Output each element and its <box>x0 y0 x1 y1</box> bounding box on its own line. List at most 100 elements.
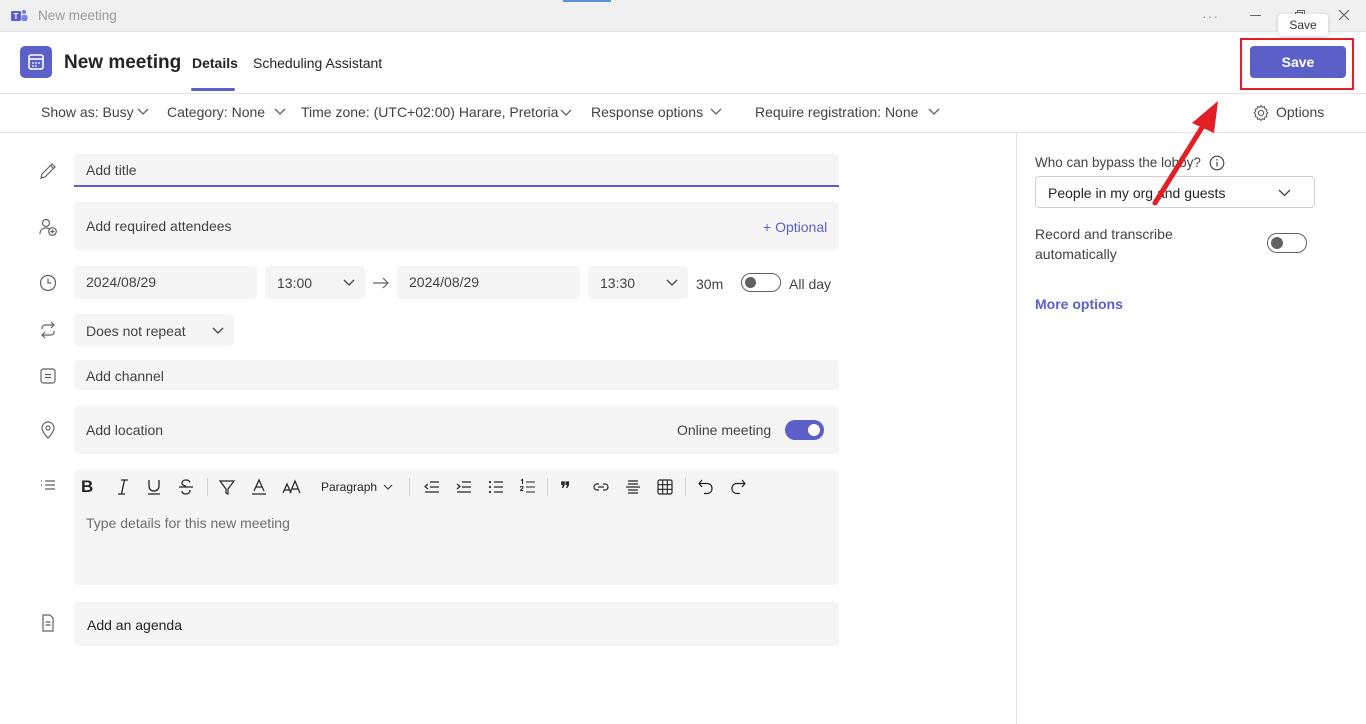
highlight-icon[interactable] <box>218 478 236 496</box>
redo-icon[interactable] <box>729 478 747 496</box>
decrease-indent-icon[interactable] <box>423 478 441 496</box>
chevron-down-icon <box>212 327 224 335</box>
chevron-down-icon <box>274 108 286 116</box>
toolbar-divider <box>685 478 686 496</box>
calendar-icon <box>20 46 52 78</box>
chevron-down-icon <box>343 279 355 287</box>
window-title: New meeting <box>38 8 117 23</box>
channel-input[interactable]: Add channel <box>74 360 839 390</box>
strikethrough-icon[interactable] <box>177 478 195 496</box>
record-transcribe-toggle[interactable] <box>1267 233 1307 253</box>
increase-indent-icon[interactable] <box>455 478 473 496</box>
title-bar-accent <box>563 0 611 2</box>
more-options-link[interactable]: More options <box>1035 296 1123 312</box>
record-transcribe-label-line1: Record and transcribe <box>1035 226 1173 242</box>
location-input[interactable]: Add location Online meeting <box>74 406 839 454</box>
toolbar-divider <box>409 478 410 496</box>
chevron-down-icon <box>137 108 149 116</box>
more-icon[interactable]: ··· <box>1202 8 1219 24</box>
clock-icon <box>38 273 58 293</box>
save-tooltip: Save <box>1278 14 1328 36</box>
agenda-placeholder: Add an agenda <box>87 617 182 633</box>
annotation-arrow <box>1152 101 1218 206</box>
optional-attendees-link[interactable]: + Optional <box>763 219 827 235</box>
horizontal-line-icon[interactable] <box>624 478 642 496</box>
record-transcribe-label-line2: automatically <box>1035 246 1117 262</box>
arrow-right-icon <box>372 277 390 289</box>
italic-icon[interactable] <box>114 478 132 496</box>
all-day-toggle[interactable] <box>741 273 781 292</box>
require-registration-label: Require registration: None <box>755 104 919 120</box>
quote-icon[interactable]: ❞ <box>560 478 578 500</box>
time-zone-label: Time zone: (UTC+02:00) Harare, Pretoria <box>301 104 559 120</box>
pencil-icon <box>38 161 58 181</box>
close-icon[interactable] <box>1338 9 1350 21</box>
end-time-dropdown[interactable]: 13:30 <box>588 266 688 299</box>
time-zone-dropdown[interactable]: Time zone: (UTC+02:00) Harare, Pretoria <box>301 104 558 120</box>
link-icon[interactable] <box>592 478 610 496</box>
bulleted-list-icon[interactable] <box>487 478 505 496</box>
attendees-input[interactable]: Add required attendees + Optional <box>74 202 839 250</box>
location-pin-icon <box>38 420 58 440</box>
agenda-note-icon <box>38 613 58 633</box>
start-date-value: 2024/08/29 <box>86 274 157 290</box>
toggle-knob <box>808 424 820 436</box>
location-placeholder: Add location <box>86 422 164 438</box>
bold-icon[interactable]: B <box>81 478 99 496</box>
end-date-picker[interactable]: 2024/08/29 <box>397 266 580 299</box>
channel-placeholder: Add channel <box>86 368 164 384</box>
chevron-down-icon <box>383 484 393 491</box>
response-options-label: Response options <box>591 104 704 120</box>
show-as-dropdown[interactable]: Show as: Busy <box>41 104 134 120</box>
repeat-value: Does not repeat <box>86 323 186 339</box>
paragraph-label: Paragraph <box>321 480 378 494</box>
online-meeting-label: Online meeting <box>677 422 772 438</box>
options-button[interactable]: Options <box>1276 104 1324 120</box>
font-color-icon[interactable] <box>250 478 268 496</box>
paragraph-style-dropdown[interactable]: Paragraph <box>321 480 377 494</box>
page-title: New meeting <box>64 52 182 73</box>
chevron-down-icon <box>666 279 678 287</box>
chevron-down-icon <box>928 108 940 116</box>
require-registration-dropdown[interactable]: Require registration: None <box>755 104 918 120</box>
channel-icon <box>38 366 58 386</box>
side-panel-divider <box>1016 133 1017 724</box>
undo-icon[interactable] <box>697 478 715 496</box>
teams-logo-icon: T <box>11 8 29 24</box>
chevron-down-icon <box>1278 189 1291 197</box>
tab-active-indicator <box>191 88 235 91</box>
font-size-icon[interactable] <box>282 478 301 496</box>
tab-details[interactable]: Details <box>192 55 238 71</box>
details-placeholder: Type details for this new meeting <box>86 515 290 531</box>
minimize-icon[interactable] <box>1250 15 1261 16</box>
start-time-dropdown[interactable]: 13:00 <box>265 266 365 299</box>
save-button[interactable]: Save <box>1250 46 1346 78</box>
repeat-icon <box>38 320 58 340</box>
all-day-label: All day <box>789 276 832 292</box>
toolbar-divider <box>547 478 548 496</box>
repeat-dropdown[interactable]: Does not repeat <box>74 314 234 346</box>
end-time-value: 13:30 <box>600 275 636 291</box>
start-time-value: 13:00 <box>277 275 313 291</box>
start-date-picker[interactable]: 2024/08/29 <box>74 266 257 299</box>
title-input[interactable]: Add title <box>74 154 839 187</box>
online-meeting-toggle[interactable] <box>785 420 824 440</box>
svg-text:T: T <box>14 12 19 21</box>
response-options-dropdown[interactable]: Response options <box>591 104 703 120</box>
list-icon <box>38 477 58 497</box>
gear-icon[interactable] <box>1252 104 1270 122</box>
chevron-down-icon <box>710 108 722 116</box>
table-icon[interactable] <box>656 478 674 496</box>
toggle-knob <box>745 277 756 288</box>
underline-icon[interactable] <box>145 478 163 496</box>
toggle-knob <box>1271 237 1283 249</box>
show-as-label: Show as: Busy <box>41 104 134 120</box>
tab-scheduling-assistant[interactable]: Scheduling Assistant <box>253 55 382 71</box>
end-date-value: 2024/08/29 <box>409 274 480 290</box>
duration-label: 30m <box>696 276 724 292</box>
agenda-input[interactable]: Add an agenda <box>74 602 839 646</box>
attendees-placeholder: Add required attendees <box>86 218 232 234</box>
numbered-list-icon[interactable] <box>519 478 537 496</box>
category-dropdown[interactable]: Category: None <box>167 104 265 120</box>
category-label: Category: None <box>167 104 266 120</box>
